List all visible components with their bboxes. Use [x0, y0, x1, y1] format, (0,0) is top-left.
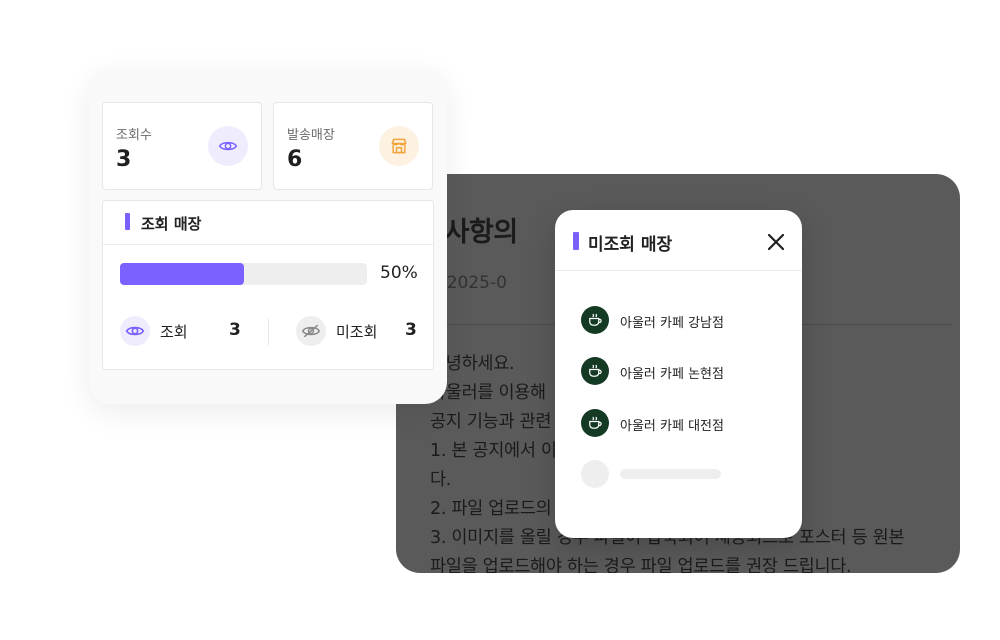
sent-value: 6: [287, 147, 303, 172]
list-item: 아울러 카페 대전점: [581, 409, 781, 437]
view-progress-bar: [120, 263, 367, 285]
unviewed-stores-modal: 미조회 매장 아울러 카페 강남점 아울러 카페 논현점 아울러 카페 대전점: [555, 210, 802, 538]
views-value: 3: [116, 147, 132, 172]
modal-title: 미조회 매장: [588, 235, 673, 255]
sent-stores-stat: 발송매장 6: [273, 102, 433, 190]
cafe-logo-icon: [581, 306, 609, 334]
view-progress-percent: 50%: [380, 263, 418, 283]
eye-icon: [120, 316, 150, 346]
modal-header: 미조회 매장: [555, 210, 802, 271]
sent-label: 발송매장: [287, 128, 335, 143]
viewed-count: 3: [229, 320, 241, 340]
unviewed-count[interactable]: 3: [405, 320, 417, 340]
store-name: 아울러 카페 논현점: [620, 367, 724, 382]
store-name: 아울러 카페 대전점: [620, 419, 724, 434]
list-item: 아울러 카페 강남점: [581, 306, 781, 334]
view-progress-fill: [120, 263, 244, 285]
views-stat: 조회수 3: [102, 102, 262, 190]
list-item: 아울러 카페 논현점: [581, 357, 781, 385]
store-views-section: 조회 매장 50% 조회 3 미조회 3: [102, 200, 434, 370]
viewed-label: 조회: [160, 323, 188, 341]
loading-skeleton-avatar: [581, 460, 609, 488]
legend-divider: [268, 319, 269, 345]
unviewed-label[interactable]: 미조회: [336, 321, 377, 342]
section-header: 조회 매장: [103, 201, 433, 245]
cafe-logo-icon: [581, 409, 609, 437]
store-icon: [379, 126, 419, 166]
notice-line: 파일을 업로드해야 하는 경우 파일 업로드를 권장 드립니다.: [430, 557, 852, 573]
notice-date: 2025-0: [446, 273, 507, 293]
read-stats-card: 조회수 3 발송매장 6 조회 매장 50% 조회 3 미조회 3: [89, 69, 447, 404]
close-icon[interactable]: [763, 229, 789, 255]
section-title: 조회 매장: [141, 215, 202, 233]
eye-off-icon[interactable]: [296, 316, 326, 346]
views-label: 조회수: [116, 128, 152, 143]
cafe-logo-icon: [581, 357, 609, 385]
store-name: 아울러 카페 강남점: [620, 316, 724, 331]
modal-accent-bar: [573, 232, 579, 250]
section-accent-bar: [125, 213, 130, 230]
eye-icon: [208, 126, 248, 166]
loading-skeleton-line: [620, 469, 721, 479]
